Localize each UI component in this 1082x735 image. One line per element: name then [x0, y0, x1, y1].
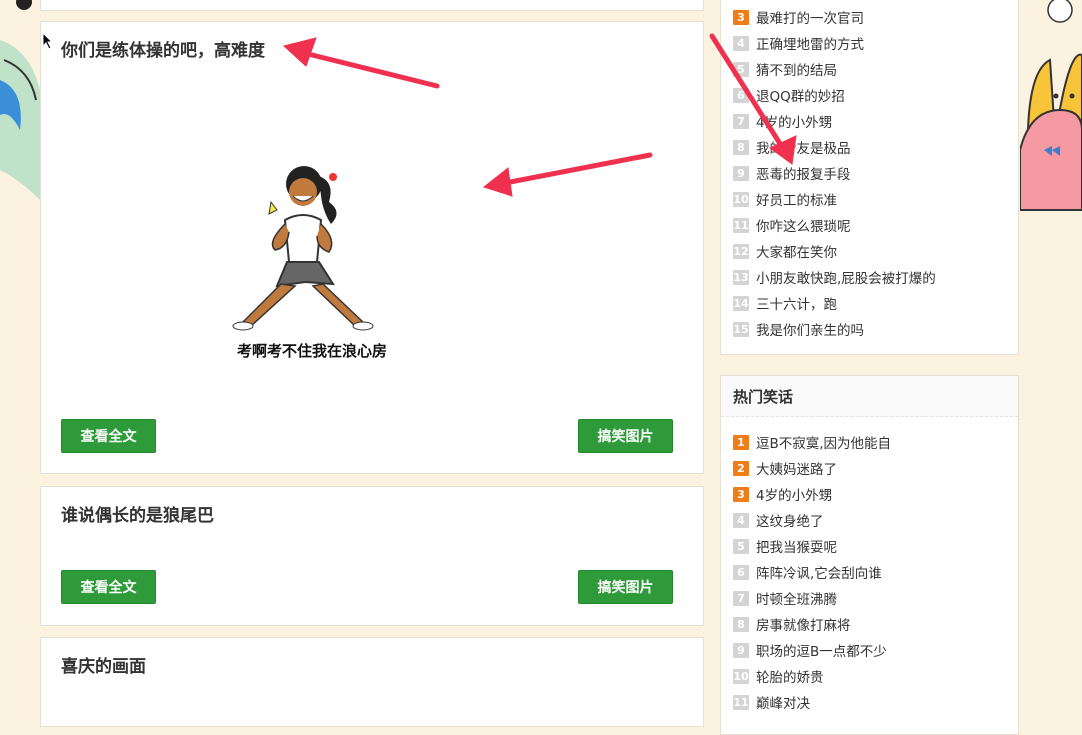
- list-item-label: 逗B不寂寞,因为他能自: [756, 436, 892, 452]
- list-item-label: 好员工的标准: [756, 193, 837, 209]
- joke-card: 喜庆的画面: [40, 637, 704, 727]
- list-item[interactable]: 9 恶毒的报复手段: [721, 160, 1018, 186]
- list-item-label: 你咋这么猥琐呢: [756, 219, 851, 235]
- rank-badge: 5: [733, 538, 749, 554]
- rank-badge: 7: [733, 113, 749, 129]
- rank-badge: 5: [733, 61, 749, 77]
- rank-badge: 8: [733, 139, 749, 155]
- list-item[interactable]: 14 三十六计，跑: [721, 290, 1018, 316]
- rank-badge: 11: [733, 694, 749, 710]
- previous-card: [40, 0, 704, 11]
- list-item[interactable]: 8 房事就像打麻将: [721, 611, 1018, 637]
- list-item-label: 大家都在笑你: [756, 245, 837, 261]
- rank-badge: 14: [733, 295, 749, 311]
- rank-badge: 9: [733, 165, 749, 181]
- list-item[interactable]: 4 这纹身绝了: [721, 507, 1018, 533]
- card-title[interactable]: 喜庆的画面: [61, 652, 146, 677]
- list-item[interactable]: 3 4岁的小外甥: [721, 481, 1018, 507]
- list-item[interactable]: 9 职场的逗B一点都不少: [721, 637, 1018, 663]
- left-decoration: [0, 0, 40, 712]
- rank-badge: 8: [733, 616, 749, 632]
- list-item-label: 猜不到的结局: [756, 63, 837, 79]
- list-item-label: 大姨妈迷路了: [756, 462, 837, 478]
- list-item-label: 房事就像打麻将: [756, 618, 851, 634]
- rank-badge: 9: [733, 642, 749, 658]
- list-item[interactable]: 11 你咋这么猥琐呢: [721, 212, 1018, 238]
- category-button[interactable]: 搞笑图片: [578, 419, 673, 453]
- category-button[interactable]: 搞笑图片: [578, 570, 673, 604]
- list-item[interactable]: 4 正确埋地雷的方式: [721, 30, 1018, 56]
- card-title[interactable]: 谁说偶长的是狼尾巴: [61, 501, 214, 526]
- list-item-label: 把我当猴耍呢: [756, 540, 837, 556]
- rank-badge: 2: [733, 460, 749, 476]
- list-item[interactable]: 1 逗B不寂寞,因为他能自: [721, 429, 1018, 455]
- rank-badge: 3: [733, 9, 749, 25]
- cartoon-bunny-decoration: [1020, 0, 1082, 712]
- rank-badge: 13: [733, 269, 749, 285]
- rank-badge: 7: [733, 590, 749, 606]
- list-item-label: 我的舍友是极品: [756, 141, 851, 157]
- list-item[interactable]: 5 把我当猴耍呢: [721, 533, 1018, 559]
- rank-badge: 10: [733, 191, 749, 207]
- list-item-label: 巅峰对决: [756, 696, 810, 712]
- list-item[interactable]: 11 巅峰对决: [721, 689, 1018, 715]
- list-item[interactable]: 6 退QQ群的妙招: [721, 82, 1018, 108]
- list-item-label: 恶毒的报复手段: [756, 167, 851, 183]
- rank-badge: 4: [733, 512, 749, 528]
- image-caption: 考啊考不住我在浪心房: [237, 342, 388, 360]
- rank-badge: 15: [733, 321, 749, 337]
- read-more-button[interactable]: 查看全文: [61, 419, 156, 453]
- list-item-label: 时顿全班沸腾: [756, 592, 837, 608]
- ranking-panel: 3 最难打的一次官司 4 正确埋地雷的方式 5 猜不到的结局 6 退QQ群的妙招 7 4岁的小外甥…: [720, 0, 1019, 355]
- list-item[interactable]: 3 最难打的一次官司: [721, 4, 1018, 30]
- list-item-label: 退QQ群的妙招: [756, 89, 845, 105]
- list-item-label: 小朋友敢快跑,屁股会被打爆的: [756, 271, 936, 287]
- list-item[interactable]: 8 我的舍友是极品: [721, 134, 1018, 160]
- rank-badge: 12: [733, 243, 749, 259]
- list-item[interactable]: 10 好员工的标准: [721, 186, 1018, 212]
- rank-badge: 6: [733, 87, 749, 103]
- cartoon-girl-exercise: [232, 166, 374, 331]
- hot-jokes-panel: 热门笑话 1 逗B不寂寞,因为他能自 2 大姨妈迷路了 3 4岁的小外甥 4 这纹身绝了 5 把我…: [720, 375, 1019, 735]
- card-title[interactable]: 你们是练体操的吧，高难度: [61, 36, 265, 61]
- rank-badge: 3: [733, 486, 749, 502]
- ranking-list: 3 最难打的一次官司 4 正确埋地雷的方式 5 猜不到的结局 6 退QQ群的妙招 7 4岁的小外甥…: [721, 0, 1018, 342]
- list-item-label: 我是你们亲生的吗: [756, 323, 864, 339]
- rank-badge: 1: [733, 434, 749, 450]
- hot-jokes-list: 1 逗B不寂寞,因为他能自 2 大姨妈迷路了 3 4岁的小外甥 4 这纹身绝了 5 把我当猴耍呢 6…: [721, 417, 1018, 715]
- list-item-label: 这纹身绝了: [756, 514, 824, 530]
- list-item[interactable]: 10 轮胎的娇贵: [721, 663, 1018, 689]
- list-item-label: 4岁的小外甥: [756, 488, 833, 504]
- list-item-label: 正确埋地雷的方式: [756, 37, 864, 53]
- list-item-label: 轮胎的娇贵: [756, 670, 824, 686]
- rank-badge: 10: [733, 668, 749, 684]
- list-item-label: 职场的逗B一点都不少: [756, 644, 887, 660]
- joke-card: 你们是练体操的吧，高难度 考啊考不住我在浪心房 查看全文 搞笑图片: [40, 21, 704, 474]
- list-item[interactable]: 2 大姨妈迷路了: [721, 455, 1018, 481]
- list-item[interactable]: 7 时顿全班沸腾: [721, 585, 1018, 611]
- rank-badge: 6: [733, 564, 749, 580]
- list-item[interactable]: 7 4岁的小外甥: [721, 108, 1018, 134]
- joke-image[interactable]: 考啊考不住我在浪心房: [211, 152, 431, 360]
- panel-title: 热门笑话: [721, 376, 1018, 417]
- rank-badge: 11: [733, 217, 749, 233]
- list-item-label: 最难打的一次官司: [756, 11, 864, 27]
- list-item-label: 三十六计，跑: [756, 297, 837, 313]
- list-item[interactable]: 13 小朋友敢快跑,屁股会被打爆的: [721, 264, 1018, 290]
- list-item[interactable]: 12 大家都在笑你: [721, 238, 1018, 264]
- list-item-label: 阵阵冷讽,它会刮向谁: [756, 566, 882, 582]
- list-item[interactable]: 6 阵阵冷讽,它会刮向谁: [721, 559, 1018, 585]
- read-more-button[interactable]: 查看全文: [61, 570, 156, 604]
- list-item[interactable]: 5 猜不到的结局: [721, 56, 1018, 82]
- list-item[interactable]: 15 我是你们亲生的吗: [721, 316, 1018, 342]
- rank-badge: 4: [733, 35, 749, 51]
- joke-card: 谁说偶长的是狼尾巴 查看全文 搞笑图片: [40, 486, 704, 626]
- list-item-label: 4岁的小外甥: [756, 115, 833, 131]
